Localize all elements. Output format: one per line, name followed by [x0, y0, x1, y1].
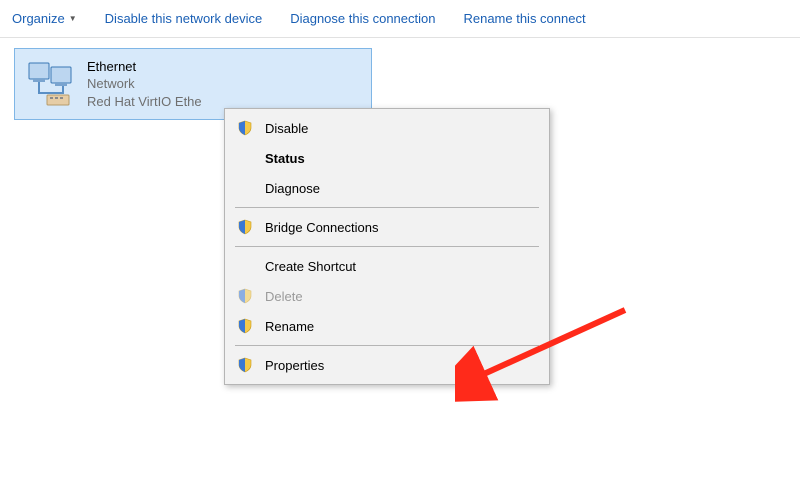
shield-icon [235, 316, 255, 336]
menu-bridge[interactable]: Bridge Connections [227, 212, 547, 242]
shield-icon [235, 217, 255, 237]
rename-button[interactable]: Rename this connect [463, 11, 585, 26]
adapter-name: Ethernet [87, 58, 202, 76]
menu-separator [235, 207, 539, 208]
toolbar: Organize ▼ Disable this network device D… [0, 0, 800, 38]
menu-rename-label: Rename [265, 319, 314, 334]
chevron-down-icon: ▼ [69, 14, 77, 23]
menu-rename[interactable]: Rename [227, 311, 547, 341]
menu-shortcut-label: Create Shortcut [265, 259, 356, 274]
disable-device-label: Disable this network device [105, 11, 263, 26]
shield-icon [235, 355, 255, 375]
diagnose-label: Diagnose this connection [290, 11, 435, 26]
blank-icon [235, 178, 255, 198]
menu-disable-label: Disable [265, 121, 308, 136]
menu-separator [235, 345, 539, 346]
adapter-network: Network [87, 75, 202, 93]
menu-properties[interactable]: Properties [227, 350, 547, 380]
menu-diagnose-label: Diagnose [265, 181, 320, 196]
context-menu: Disable Status Diagnose Bridge Connectio… [224, 108, 550, 385]
menu-status-label: Status [265, 151, 305, 166]
rename-label: Rename this connect [463, 11, 585, 26]
menu-bridge-label: Bridge Connections [265, 220, 378, 235]
menu-diagnose[interactable]: Diagnose [227, 173, 547, 203]
adapter-text-block: Ethernet Network Red Hat VirtIO Ethe [87, 58, 202, 111]
blank-icon [235, 256, 255, 276]
menu-delete-label: Delete [265, 289, 303, 304]
disable-device-button[interactable]: Disable this network device [105, 11, 263, 26]
organize-menu[interactable]: Organize ▼ [12, 11, 77, 26]
menu-status[interactable]: Status [227, 143, 547, 173]
menu-shortcut[interactable]: Create Shortcut [227, 251, 547, 281]
shield-icon [235, 286, 255, 306]
menu-properties-label: Properties [265, 358, 324, 373]
organize-label: Organize [12, 11, 65, 26]
menu-delete: Delete [227, 281, 547, 311]
network-adapter-icon [23, 57, 77, 111]
blank-icon [235, 148, 255, 168]
menu-disable[interactable]: Disable [227, 113, 547, 143]
menu-separator [235, 246, 539, 247]
shield-icon [235, 118, 255, 138]
adapter-description: Red Hat VirtIO Ethe [87, 93, 202, 111]
diagnose-button[interactable]: Diagnose this connection [290, 11, 435, 26]
